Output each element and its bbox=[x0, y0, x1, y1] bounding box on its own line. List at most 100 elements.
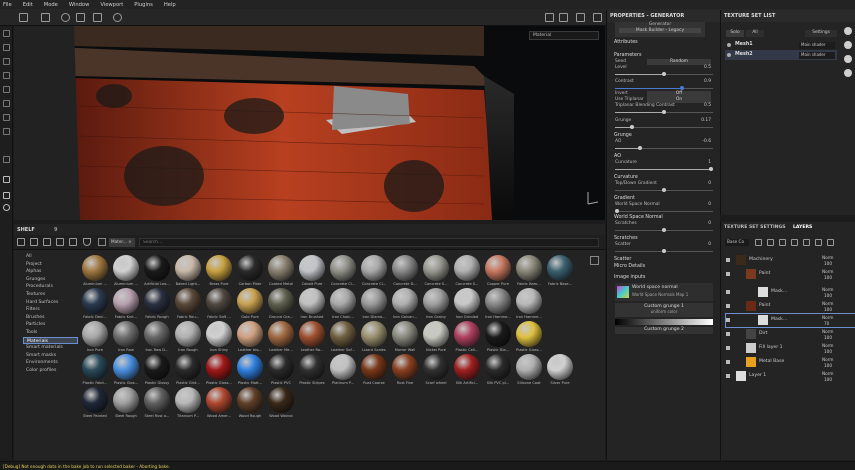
shelf-category-smart-masks[interactable]: Smart masks bbox=[23, 352, 78, 360]
screenshot-icon[interactable] bbox=[593, 13, 602, 22]
texture-set-shader[interactable]: Main shader bbox=[799, 42, 835, 49]
material-tile[interactable]: Fabric Deni... bbox=[80, 288, 110, 320]
topdown-slider[interactable] bbox=[615, 187, 713, 193]
layer-blend[interactable]: Norm bbox=[822, 287, 833, 292]
section-scratches[interactable]: Scratches bbox=[607, 235, 721, 242]
filter-chip[interactable]: Mater... × bbox=[109, 238, 135, 247]
shelf-category-procedurals[interactable]: Procedurals bbox=[23, 283, 78, 291]
menu-item-file[interactable]: File bbox=[3, 2, 12, 8]
layer-row[interactable]: Layer 1 Norm 100 bbox=[726, 370, 855, 383]
material-tile[interactable]: Fabric Rough bbox=[142, 288, 172, 320]
viewport-material-select[interactable]: Material bbox=[529, 31, 599, 40]
all-tab[interactable]: All bbox=[746, 30, 764, 37]
material-tile[interactable]: Wood Rough bbox=[235, 387, 265, 419]
material-tile[interactable]: Carbon Fiber bbox=[235, 255, 265, 287]
material-tile[interactable]: Iron Chain... bbox=[328, 288, 358, 320]
material-tile[interactable]: Rust Fine bbox=[390, 354, 420, 386]
material-tile[interactable]: Iron Grainy bbox=[421, 288, 451, 320]
layer-visibility-icon[interactable] bbox=[726, 332, 730, 336]
layer-opacity[interactable]: 100 bbox=[824, 307, 832, 312]
material-tile[interactable]: Silicone Coat bbox=[514, 354, 544, 386]
material-tile[interactable]: Iron Diamo... bbox=[359, 288, 389, 320]
layer-visibility-icon[interactable] bbox=[726, 374, 730, 378]
material-tile[interactable]: Concrete Cl... bbox=[328, 255, 358, 287]
material-tile[interactable]: Steel Painted bbox=[80, 387, 110, 419]
3d-viewport[interactable]: Material bbox=[14, 26, 605, 220]
grid-icon[interactable] bbox=[19, 13, 28, 22]
layer-blend[interactable]: Norm bbox=[822, 255, 833, 260]
ao-slider[interactable] bbox=[615, 145, 713, 151]
material-tile[interactable]: Artificial Lea... bbox=[142, 255, 172, 287]
material-tile[interactable]: Iron Raw D... bbox=[142, 321, 172, 353]
material-tile[interactable]: Baked Light... bbox=[173, 255, 203, 287]
material-tile[interactable]: Iron Galvan... bbox=[390, 288, 420, 320]
paint-tool-icon[interactable] bbox=[3, 30, 10, 37]
material-tile[interactable]: Brass Pure bbox=[204, 255, 234, 287]
add-effect-icon[interactable] bbox=[755, 239, 762, 246]
material-tile[interactable]: Iron Grinded bbox=[452, 288, 482, 320]
material-tile[interactable]: Leather Ro... bbox=[297, 321, 327, 353]
material-tile[interactable]: Fabric Rou... bbox=[173, 288, 203, 320]
shelf-category-smart-materials[interactable]: Smart materials bbox=[23, 344, 78, 352]
wsn-slider[interactable] bbox=[615, 208, 713, 214]
layer-row[interactable]: Dirt Norm 100 bbox=[726, 328, 855, 341]
tri-blend-slider[interactable] bbox=[615, 109, 713, 115]
texture-set-eye-icon[interactable] bbox=[727, 43, 731, 47]
layer-opacity[interactable]: 100 bbox=[824, 275, 832, 280]
section-curvature[interactable]: Curvature bbox=[607, 174, 721, 181]
layer-row[interactable]: Mask... Norm 100 bbox=[726, 286, 855, 299]
section-grunge[interactable]: Grunge bbox=[607, 132, 721, 139]
section-scatter[interactable]: Scatter bbox=[607, 256, 721, 263]
material-tile[interactable]: Scarf wheel bbox=[421, 354, 451, 386]
layer-opacity[interactable]: 100 bbox=[824, 293, 832, 298]
material-tile[interactable]: Concrete S... bbox=[421, 255, 451, 287]
material-tile[interactable]: Wood Walnut bbox=[266, 387, 296, 419]
section-image-inputs[interactable]: Image inputs bbox=[607, 274, 721, 281]
settings-icon[interactable] bbox=[3, 204, 10, 211]
material-tile[interactable]: Concrete S... bbox=[452, 255, 482, 287]
geometry-mask-icon[interactable] bbox=[3, 72, 10, 79]
shelf-search-input[interactable] bbox=[139, 238, 599, 247]
menu-item-viewport[interactable]: Viewport bbox=[100, 2, 123, 8]
material-tile[interactable]: Iron Raw bbox=[111, 321, 141, 353]
export-icon[interactable] bbox=[844, 69, 852, 77]
shelf-category-materials[interactable]: Materials bbox=[23, 336, 78, 345]
section-gradient[interactable]: Gradient bbox=[607, 195, 721, 202]
delete-icon[interactable] bbox=[69, 238, 77, 246]
import-icon[interactable] bbox=[30, 238, 38, 246]
layer-opacity[interactable]: 100 bbox=[824, 363, 832, 368]
layer-row[interactable]: Machinery Norm 100 bbox=[726, 254, 855, 267]
section-wsn[interactable]: World Space Normal bbox=[607, 214, 721, 221]
material-tile[interactable]: Plastic Dia... bbox=[483, 321, 513, 353]
texture-set-item[interactable]: Mesh2 Main shader bbox=[725, 50, 837, 60]
add-folder-icon[interactable] bbox=[803, 239, 810, 246]
layout-icon[interactable] bbox=[43, 238, 51, 246]
layer-visibility-icon[interactable] bbox=[726, 318, 730, 322]
grunge-gradient-bar[interactable] bbox=[615, 319, 713, 325]
layer-row[interactable]: Paint Norm 100 bbox=[726, 268, 855, 281]
grid-view-icon[interactable] bbox=[590, 256, 599, 265]
material-tile[interactable]: Plastic PVC bbox=[266, 354, 296, 386]
shelf-category-particles[interactable]: Particles bbox=[23, 321, 78, 329]
clone-tool-icon[interactable] bbox=[3, 100, 10, 107]
material-tile[interactable]: Steel Rust a... bbox=[142, 387, 172, 419]
layer-visibility-icon[interactable] bbox=[726, 360, 730, 364]
material-tile[interactable]: Titanium P... bbox=[173, 387, 203, 419]
filter-chip-close-icon[interactable]: × bbox=[127, 239, 132, 244]
channel-select[interactable]: Base Co bbox=[725, 239, 749, 246]
scatter-slider[interactable] bbox=[615, 248, 713, 254]
curvature-slider[interactable] bbox=[615, 166, 714, 172]
custom-grunge-2[interactable]: Custom grunge 2 bbox=[615, 327, 713, 334]
layer-row[interactable]: Metal Base Norm 100 bbox=[726, 356, 855, 369]
picker-tool-icon[interactable] bbox=[3, 114, 10, 121]
fill-tool-icon[interactable] bbox=[3, 128, 10, 135]
scratches-slider[interactable] bbox=[615, 227, 713, 233]
material-tile[interactable]: Silk Artifici... bbox=[452, 354, 482, 386]
box-icon[interactable] bbox=[41, 13, 50, 22]
layer-opacity[interactable]: 100 bbox=[824, 261, 832, 266]
layer-opacity[interactable]: 70 bbox=[824, 321, 829, 326]
camera-icon[interactable] bbox=[76, 13, 85, 22]
material-tile[interactable]: Iron Hamme... bbox=[514, 288, 544, 320]
material-tile[interactable]: Silk PVC pl... bbox=[483, 354, 513, 386]
menu-item-mode[interactable]: Mode bbox=[44, 2, 58, 8]
